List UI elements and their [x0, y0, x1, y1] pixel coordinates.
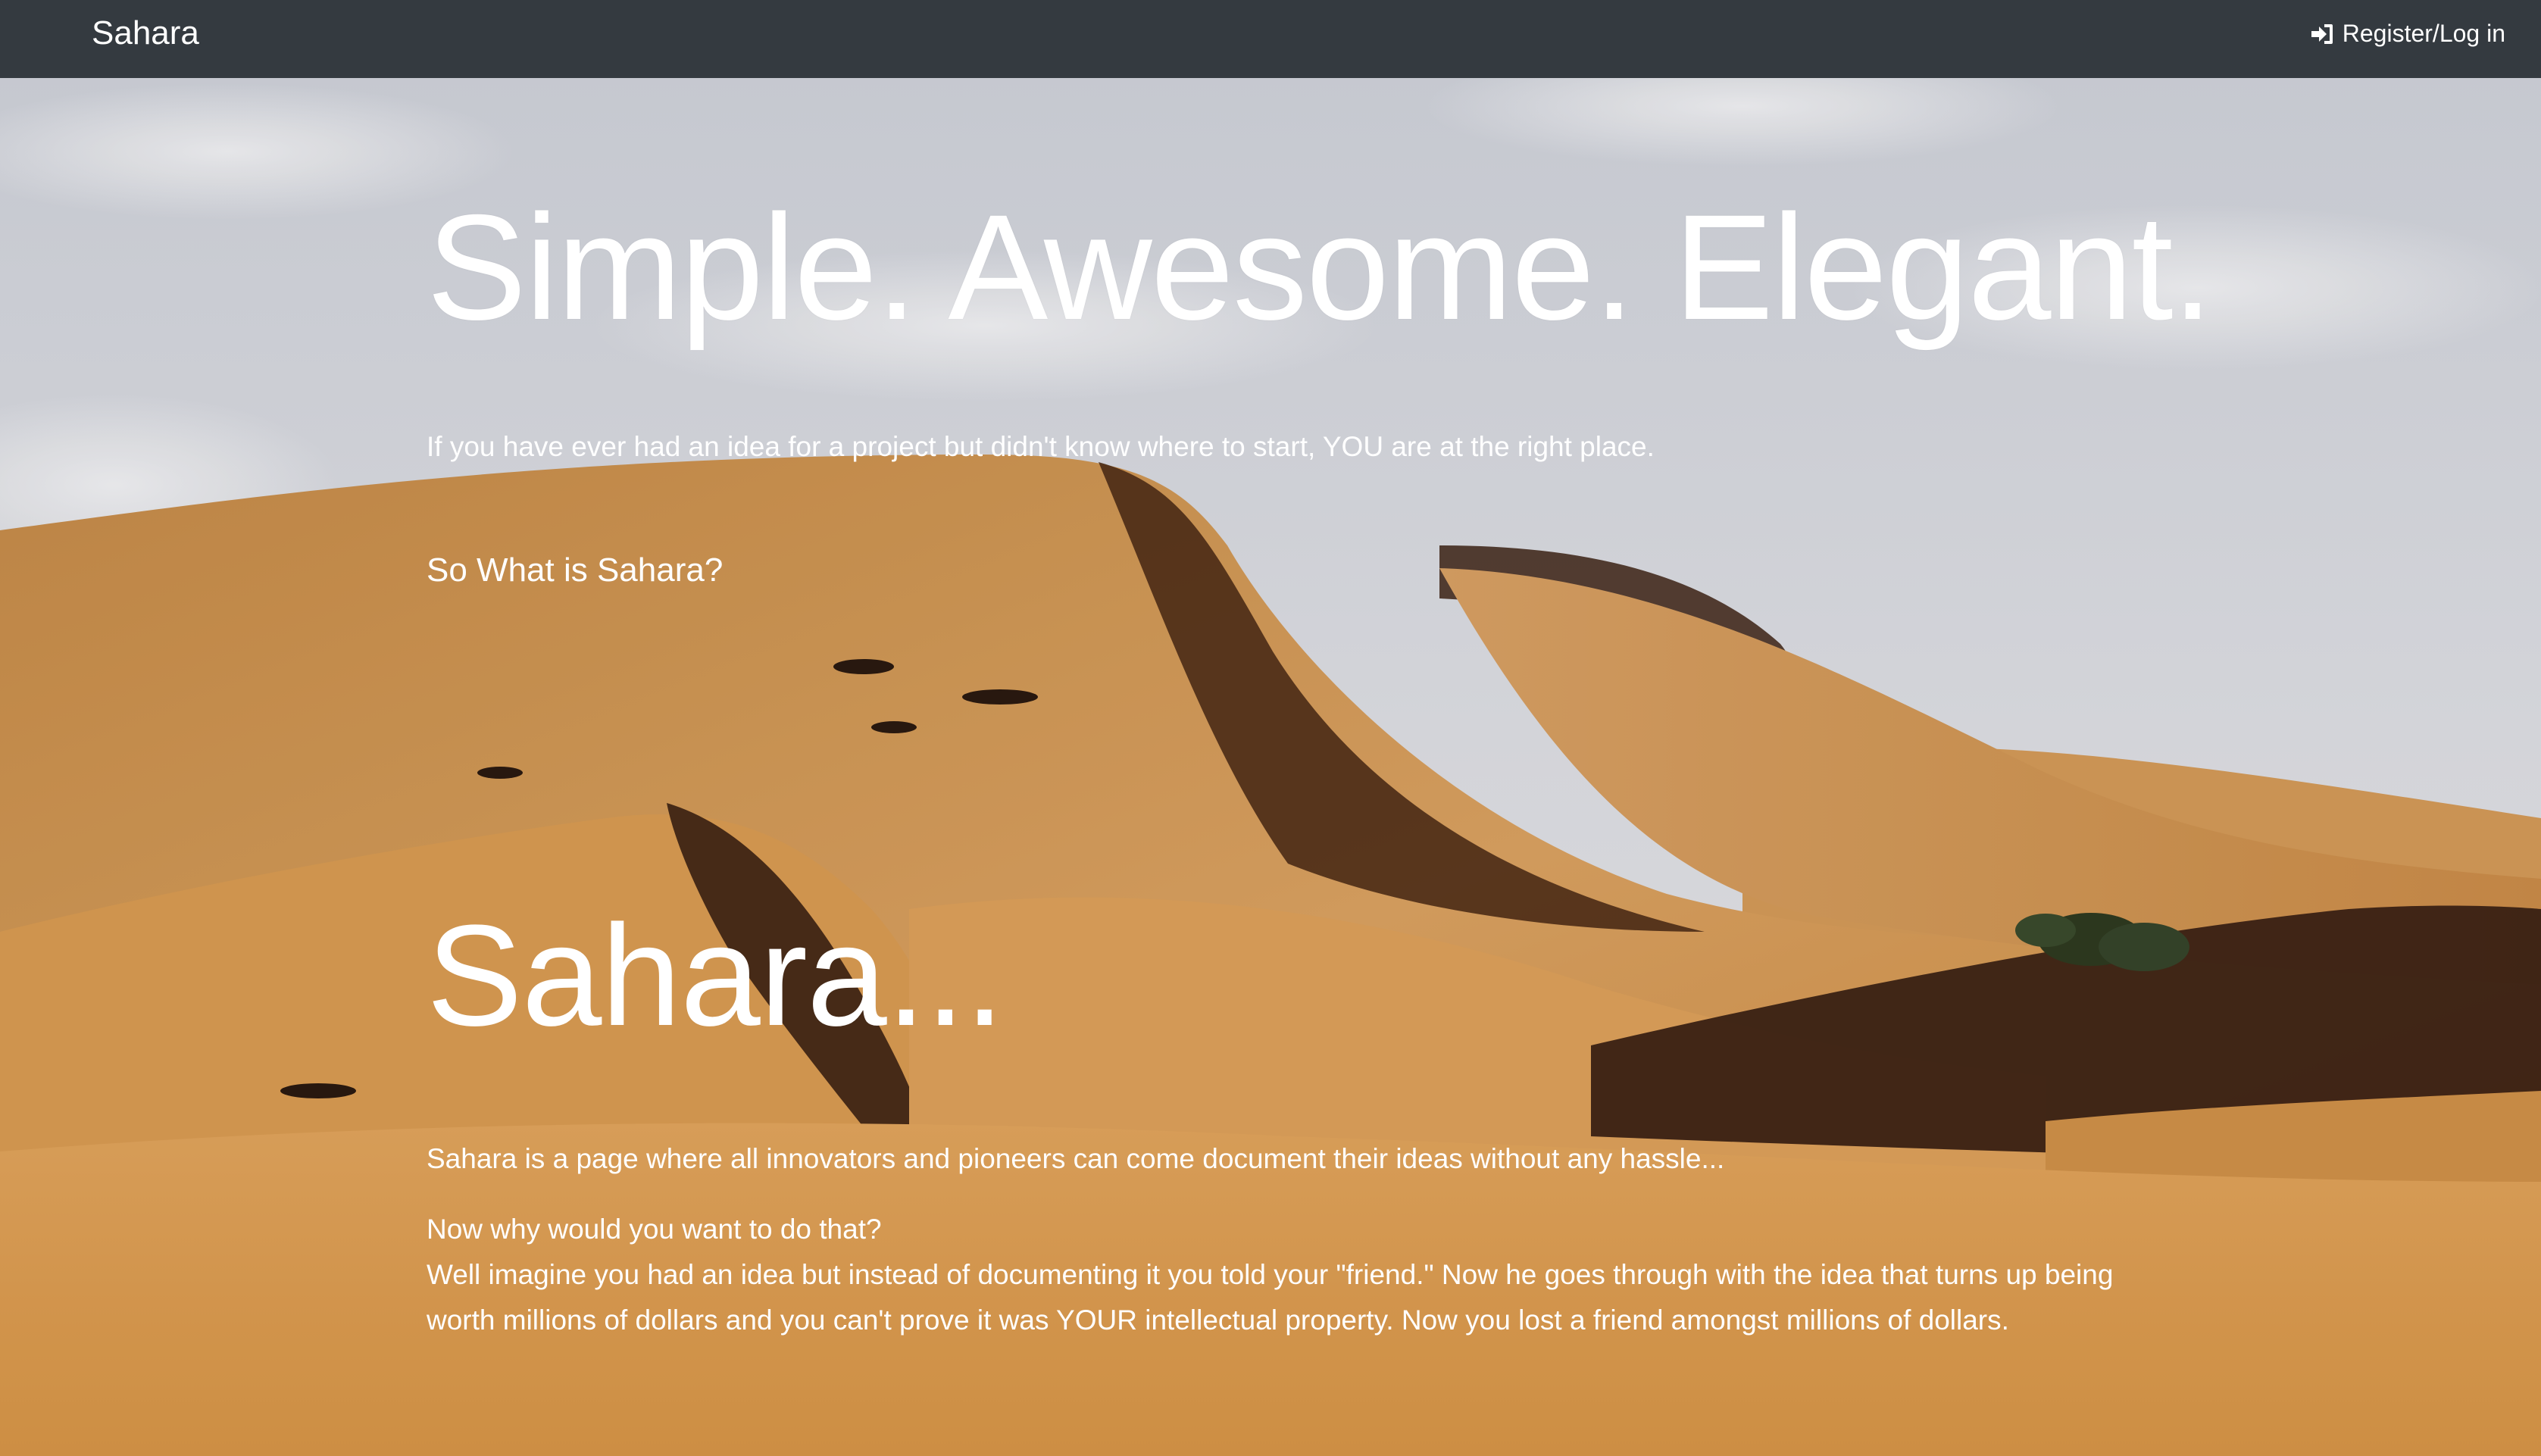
about-story: Well imagine you had an idea but instead…	[427, 1259, 2114, 1336]
about-description: Sahara is a page where all innovators an…	[427, 1143, 1725, 1174]
hero-title: Simple. Awesome. Elegant.	[427, 183, 2214, 351]
about-question: Now why would you want to do that?	[427, 1214, 882, 1245]
register-login-label: Register/Log in	[2342, 20, 2505, 47]
hero-lead-text: If you have ever had an idea for a proje…	[427, 431, 1655, 462]
register-login-link[interactable]: Register/Log in	[2309, 15, 2505, 52]
page: Sahara Register/Log in Simple. Awesome. …	[0, 0, 2541, 1456]
top-navbar: Sahara Register/Log in	[0, 0, 2541, 78]
what-is-sahara-heading: So What is Sahara?	[427, 551, 724, 589]
sign-in-icon	[2309, 20, 2335, 46]
about-title: Sahara...	[427, 895, 1005, 1056]
brand-link[interactable]: Sahara	[92, 11, 199, 56]
